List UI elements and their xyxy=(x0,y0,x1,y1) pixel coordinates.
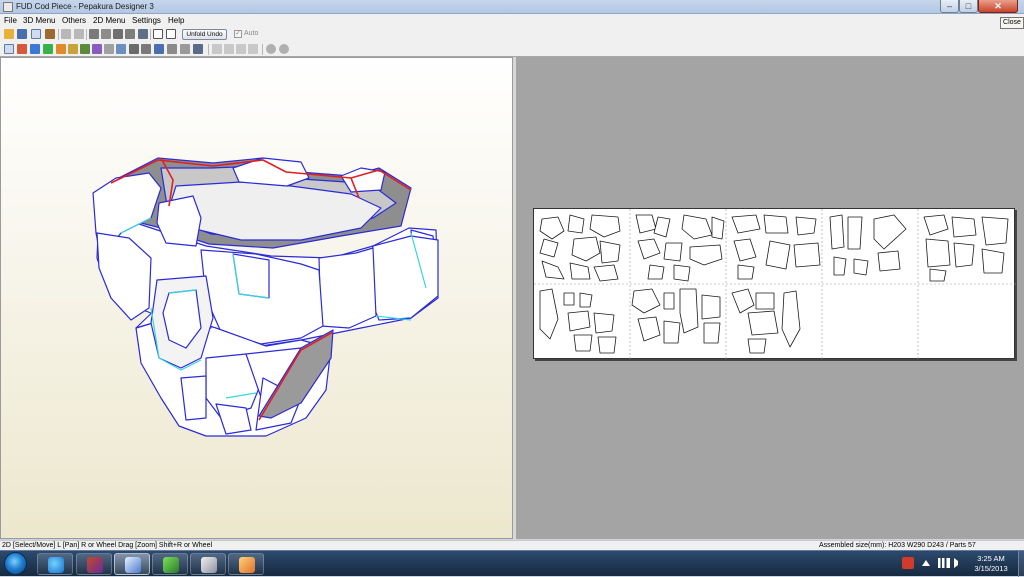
split-edge-icon[interactable] xyxy=(141,44,151,54)
minimize-button[interactable]: – xyxy=(940,0,959,13)
paint-app-icon xyxy=(239,557,255,573)
main-toolbar: Unfold Undo ✓ Auto xyxy=(0,27,1024,42)
windows-taskbar: 3:25 AM 3/15/2013 xyxy=(0,550,1024,577)
zoom-out-icon[interactable] xyxy=(279,44,289,54)
auto-checkbox[interactable]: ✓ xyxy=(234,30,242,38)
glue-tool-icon[interactable] xyxy=(92,44,102,54)
maximize-button[interactable]: □ xyxy=(959,0,978,13)
flip-tool-icon[interactable] xyxy=(43,44,53,54)
toolbar-separator xyxy=(262,44,263,55)
menu-bar: File 3D Menu Others 2D Menu Settings Hel… xyxy=(0,14,1024,27)
menu-3d[interactable]: 3D Menu xyxy=(23,16,55,25)
print-icon[interactable] xyxy=(180,44,190,54)
clock-time[interactable]: 3:25 AM xyxy=(963,554,1019,563)
show-desktop-button[interactable] xyxy=(1018,551,1024,577)
anchor-icon[interactable] xyxy=(113,29,123,39)
assembled-size: Assembled size(mm): H203 W290 D243 / Par… xyxy=(819,542,976,549)
toolbar-separator xyxy=(58,29,59,40)
unfolded-parts[interactable] xyxy=(534,209,1016,360)
edge-tool-icon[interactable] xyxy=(17,44,27,54)
action-center-icon[interactable] xyxy=(902,557,914,569)
pattern-sheet[interactable] xyxy=(533,208,1016,360)
menu-others[interactable]: Others xyxy=(62,16,86,25)
save-icon[interactable] xyxy=(17,29,27,39)
select-tool-icon[interactable] xyxy=(4,44,14,54)
page-icon[interactable] xyxy=(167,44,177,54)
join-edge-icon[interactable] xyxy=(129,44,139,54)
menu-settings[interactable]: Settings xyxy=(132,16,161,25)
align-center-icon[interactable] xyxy=(224,44,234,54)
pen-icon[interactable] xyxy=(89,29,99,39)
window-split-icon[interactable] xyxy=(166,29,176,39)
taskbar-pepakura-viewer[interactable] xyxy=(76,553,112,575)
status-hint: 2D [Select/Move] L [Pan] R or Wheel Drag… xyxy=(2,542,213,549)
start-button[interactable] xyxy=(4,552,27,575)
system-tray xyxy=(900,554,970,574)
internet-explorer-icon xyxy=(48,557,64,573)
align-left-icon[interactable] xyxy=(212,44,222,54)
pepakura-app-icon[interactable] xyxy=(3,2,13,12)
close-tooltip: Close xyxy=(1000,17,1024,29)
part-tool-icon[interactable] xyxy=(56,44,66,54)
align-right-icon[interactable] xyxy=(236,44,246,54)
align-top-icon[interactable] xyxy=(248,44,258,54)
toolbar-separator xyxy=(150,29,151,40)
toolbar-separator xyxy=(208,44,209,55)
media-device-icon xyxy=(201,557,217,573)
taskbar-internet-explorer[interactable] xyxy=(37,553,73,575)
taskbar-notepad[interactable] xyxy=(152,553,188,575)
open-icon[interactable] xyxy=(4,29,14,39)
pepakura-designer-icon xyxy=(125,557,141,573)
clock-date[interactable]: 3/15/2013 xyxy=(963,564,1019,573)
fold-tool-icon[interactable] xyxy=(116,44,126,54)
rotate-tool-icon[interactable] xyxy=(68,44,78,54)
model-icon[interactable] xyxy=(45,29,55,39)
notepad-icon xyxy=(163,557,179,573)
3d-view-pane[interactable] xyxy=(0,57,513,539)
3d-model-render[interactable] xyxy=(1,58,514,540)
undo-icon[interactable] xyxy=(61,29,71,39)
unfold-icon[interactable] xyxy=(31,29,41,39)
menu-file[interactable]: File xyxy=(4,16,17,25)
toolbar-separator xyxy=(86,29,87,40)
auto-label: Auto xyxy=(244,30,259,37)
menu-help[interactable]: Help xyxy=(168,16,184,25)
cut-tool-icon[interactable] xyxy=(104,44,114,54)
layout-icon[interactable] xyxy=(193,44,203,54)
flap-icon[interactable] xyxy=(125,29,135,39)
unfold-undo-button[interactable]: Unfold Undo xyxy=(182,29,227,40)
secondary-toolbar xyxy=(0,42,1024,57)
scale-tool-icon[interactable] xyxy=(80,44,90,54)
show-hidden-icons-icon[interactable] xyxy=(922,560,930,566)
network-icon[interactable] xyxy=(938,558,950,568)
title-bar: FUD Cod Piece - Pepakura Designer 3 – □ … xyxy=(0,0,1024,14)
grid-icon[interactable] xyxy=(154,44,164,54)
taskbar-paint-app[interactable] xyxy=(228,553,264,575)
taskbar-media-device[interactable] xyxy=(190,553,226,575)
close-button[interactable]: ✕ xyxy=(978,0,1018,13)
taskbar-pepakura-designer[interactable] xyxy=(114,553,150,575)
window-icon[interactable] xyxy=(153,29,163,39)
window-title: FUD Cod Piece - Pepakura Designer 3 xyxy=(16,2,154,11)
redo-icon[interactable] xyxy=(74,29,84,39)
pepakura-viewer-icon xyxy=(87,557,103,573)
texture-icon[interactable] xyxy=(101,29,111,39)
status-bar: 2D [Select/Move] L [Pan] R or Wheel Drag… xyxy=(0,540,1024,550)
face-tool-icon[interactable] xyxy=(30,44,40,54)
zoom-in-icon[interactable] xyxy=(266,44,276,54)
menu-2d[interactable]: 2D Menu xyxy=(93,16,125,25)
join-icon[interactable] xyxy=(138,29,148,39)
